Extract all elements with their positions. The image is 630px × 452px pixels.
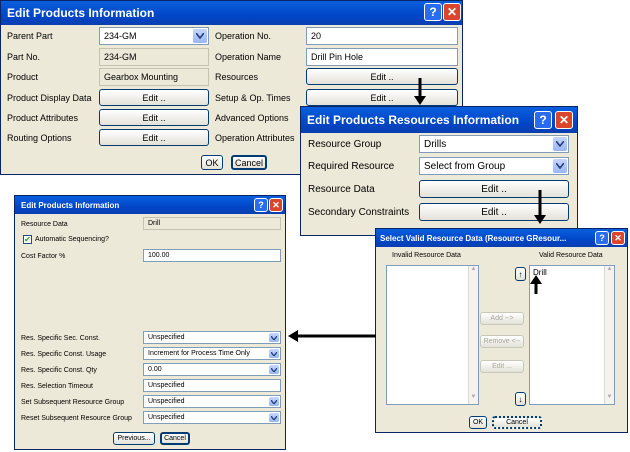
resources-edit-button[interactable]: Edit .. [306, 68, 458, 85]
setup-times-label: Setup & Op. Times [215, 93, 291, 103]
chevron-down-icon[interactable] [269, 413, 279, 422]
edit-products-detail-window: Edit Products Information ? ✕ Resource D… [14, 195, 286, 450]
product-attributes-label: Product Attributes [7, 113, 79, 123]
help-button[interactable]: ? [595, 231, 609, 245]
reset-group-select[interactable]: Unspecified [143, 411, 281, 424]
scrollbar[interactable]: ▲ ▼ [468, 266, 478, 404]
required-resource-label: Required Resource [308, 161, 395, 172]
add-button[interactable]: Add --> [480, 312, 524, 325]
close-button[interactable]: ✕ [269, 198, 283, 212]
chevron-down-icon[interactable] [269, 365, 279, 374]
resource-data-label: Resource Data [21, 221, 68, 228]
attributes-edit-button[interactable]: Edit .. [99, 109, 209, 126]
remove-button[interactable]: Remove <-- [480, 335, 524, 348]
help-button[interactable]: ? [534, 111, 552, 129]
edit-button[interactable]: Edit ... [480, 360, 524, 373]
part-no-field: 234-GM [99, 48, 209, 66]
move-down-button[interactable]: ↓ [515, 392, 526, 406]
routing-options-label: Routing Options [7, 133, 72, 143]
close-button[interactable]: ✕ [611, 231, 625, 245]
close-button[interactable]: ✕ [443, 3, 461, 21]
chevron-down-icon[interactable] [553, 159, 567, 173]
edit-resources-window: Edit Products Resources Information ? ✕ … [300, 106, 578, 236]
selection-timeout-label: Res. Selection Timeout [21, 383, 93, 390]
operation-name-label: Operation Name [215, 52, 282, 62]
setup-edit-button[interactable]: Edit .. [306, 89, 458, 106]
product-display-data-label: Product Display Data [7, 93, 92, 103]
product-label: Product [7, 72, 39, 82]
scroll-down-icon[interactable]: ▼ [605, 394, 614, 404]
resource-group-select[interactable]: Drills [419, 135, 569, 153]
title-bar: Edit Products Information ? ✕ [1, 1, 462, 25]
title-bar: Edit Products Information ? ✕ [15, 196, 285, 214]
window-title: Edit Products Information [21, 200, 120, 210]
resource-group-label: Resource Group [308, 139, 382, 150]
cost-factor-label: Cost Factor % [21, 253, 66, 260]
window-title: Edit Products Information [7, 6, 155, 20]
const-qty-select[interactable]: 0.00 [143, 363, 281, 376]
scrollbar[interactable]: ▲ ▼ [604, 266, 614, 404]
automatic-sequencing-checkbox[interactable]: ✔ [23, 235, 32, 244]
select-valid-resource-window: Select Valid Resource Data (Resource GRe… [375, 228, 628, 433]
display-data-edit-button[interactable]: Edit .. [99, 89, 209, 106]
help-button[interactable]: ? [254, 198, 268, 212]
close-button[interactable]: ✕ [555, 111, 573, 129]
valid-resource-label: Valid Resource Data [539, 252, 603, 259]
const-qty-label: Res. Specific Const. Qty [21, 367, 97, 374]
sec-const-select[interactable]: Unspecified [143, 331, 281, 344]
ok-button[interactable]: OK [469, 416, 487, 429]
move-up-button[interactable]: ↑ [515, 267, 526, 281]
cost-factor-field[interactable]: 100.00 [143, 249, 281, 262]
resources-label: Resources [215, 72, 259, 82]
product-field: Gearbox Mounting [99, 68, 209, 86]
advanced-options-label: Advanced Options [215, 113, 289, 123]
chevron-down-icon[interactable] [269, 397, 279, 406]
set-group-label: Set Subsequent Resource Group [21, 399, 125, 406]
ok-button[interactable]: OK [201, 155, 223, 170]
parent-part-label: Parent Part [7, 31, 53, 41]
chevron-down-icon[interactable] [553, 137, 567, 151]
cancel-button[interactable]: Cancel [160, 432, 190, 445]
window-title: Edit Products Resources Information [307, 113, 520, 127]
cancel-button[interactable]: Cancel [492, 416, 542, 429]
invalid-resource-label: Invalid Resource Data [392, 252, 461, 259]
resource-data-edit-button[interactable]: Edit .. [419, 180, 569, 198]
resource-data-field: Drill [143, 217, 281, 230]
scroll-up-icon[interactable]: ▲ [469, 266, 478, 276]
title-bar: Select Valid Resource Data (Resource GRe… [376, 229, 627, 247]
resource-data-label: Resource Data [308, 184, 375, 195]
part-no-label: Part No. [7, 52, 41, 62]
const-usage-select[interactable]: Increment for Process Time Only [143, 347, 281, 360]
automatic-sequencing-label: Automatic Sequencing? [35, 236, 109, 243]
operation-name-field[interactable]: Drill Pin Hole [306, 48, 458, 66]
invalid-resource-list[interactable]: ▲ ▼ [386, 265, 479, 405]
required-resource-select[interactable]: Select from Group [419, 157, 569, 175]
chevron-down-icon[interactable] [193, 29, 207, 43]
operation-no-field[interactable]: 20 [306, 27, 458, 45]
previous-button[interactable]: Previous... [113, 432, 155, 445]
operation-attributes-label: Operation Attributes [215, 133, 295, 143]
valid-resource-list[interactable]: Drill ▲ ▼ [529, 265, 615, 405]
scroll-down-icon[interactable]: ▼ [469, 394, 478, 404]
title-bar: Edit Products Resources Information ? ✕ [301, 107, 577, 133]
operation-no-label: Operation No. [215, 31, 272, 41]
window-title: Select Valid Resource Data (Resource GRe… [380, 233, 567, 243]
selection-timeout-field[interactable]: Unspecified [143, 379, 281, 392]
set-group-select[interactable]: Unspecified [143, 395, 281, 408]
sec-const-label: Res. Specific Sec. Const. [21, 335, 100, 342]
secondary-edit-button[interactable]: Edit .. [419, 203, 569, 221]
routing-edit-button[interactable]: Edit .. [99, 129, 209, 146]
reset-group-label: Reset Subsequent Resource Group [21, 415, 132, 422]
secondary-constraints-label: Secondary Constraints [308, 207, 410, 218]
scroll-up-icon[interactable]: ▲ [605, 266, 614, 276]
arrow-to-detail-window [288, 330, 376, 342]
chevron-down-icon[interactable] [269, 349, 279, 358]
chevron-down-icon[interactable] [269, 333, 279, 342]
list-item[interactable]: Drill [533, 268, 547, 277]
help-button[interactable]: ? [424, 3, 442, 21]
parent-part-select[interactable]: 234-GM [99, 27, 209, 45]
cancel-button[interactable]: Cancel [231, 155, 267, 170]
const-usage-label: Res. Specific Const. Usage [21, 351, 107, 358]
